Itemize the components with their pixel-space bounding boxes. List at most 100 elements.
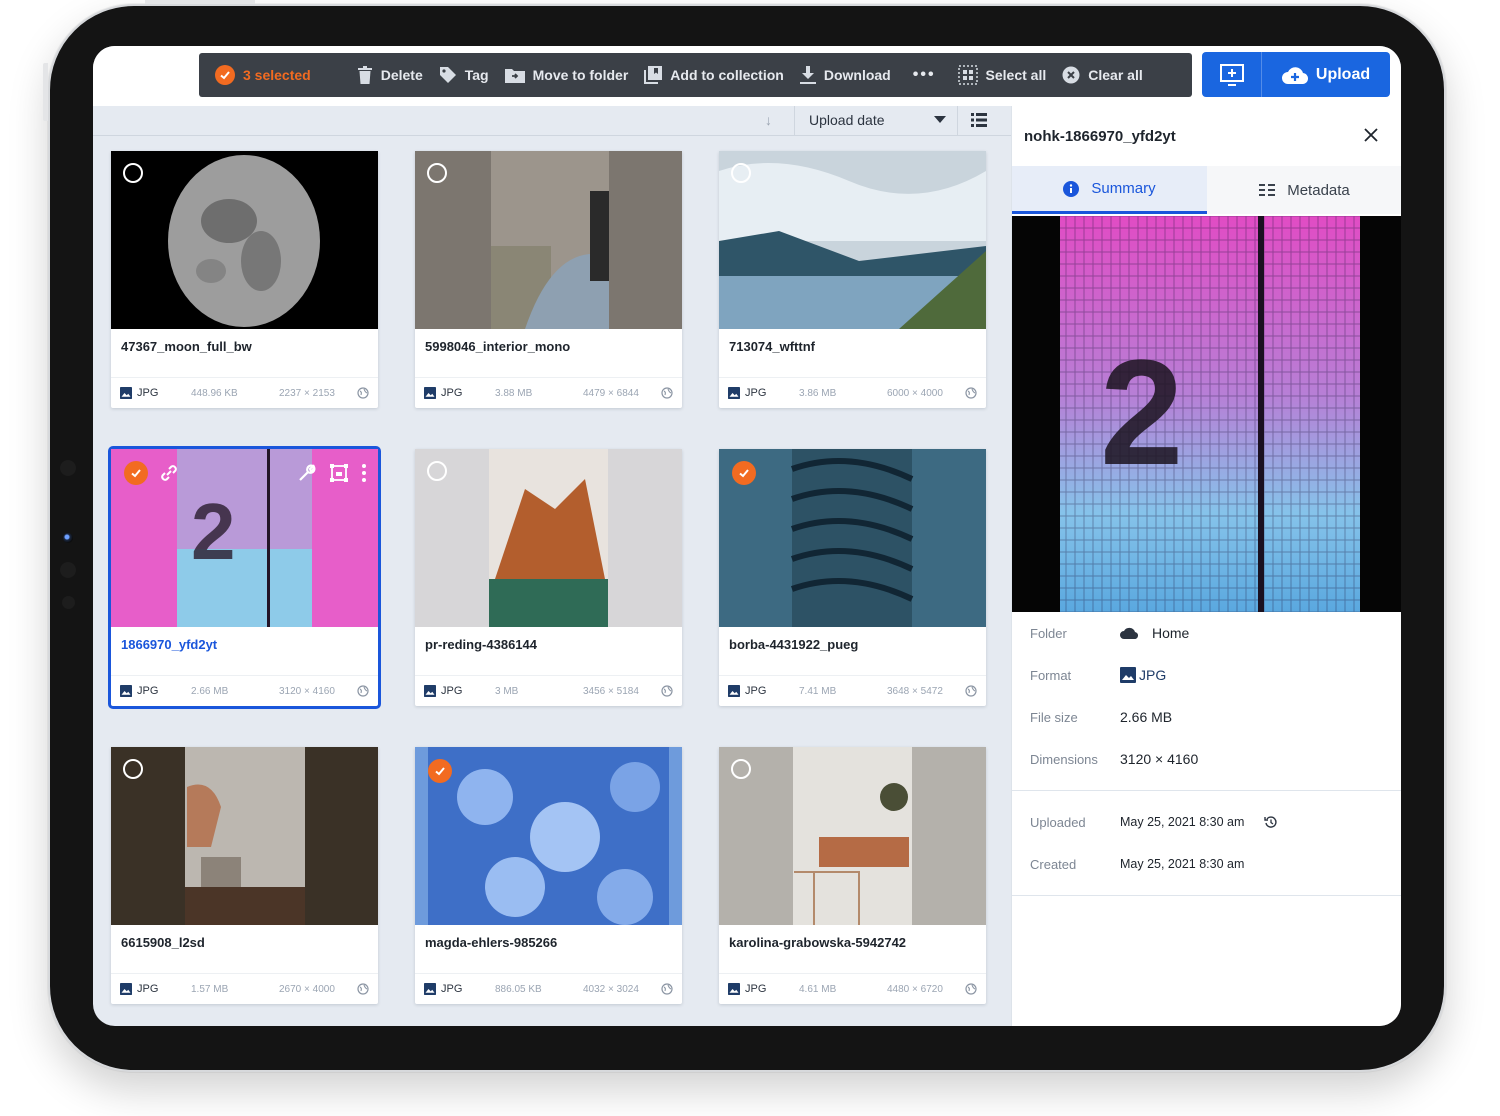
asset-type-label: JPG bbox=[745, 983, 767, 995]
select-all-label: Select all bbox=[985, 67, 1047, 83]
detail-row-size: File size 2.66 MB bbox=[1012, 696, 1401, 738]
close-panel-button[interactable] bbox=[1364, 128, 1378, 147]
asset-name[interactable]: magda-ehlers-985266 bbox=[425, 935, 557, 950]
selection-count[interactable]: 3 selected bbox=[199, 53, 319, 97]
asset-card[interactable]: pr-reding-4386144 JPG 3 MB 3456 × 5184 bbox=[415, 449, 682, 706]
asset-dimensions: 6000 × 4000 bbox=[887, 387, 943, 399]
asset-thumbnail[interactable] bbox=[719, 151, 986, 329]
select-checkbox[interactable] bbox=[427, 163, 447, 183]
asset-name[interactable]: 5998046_interior_mono bbox=[425, 339, 570, 354]
select-checkbox[interactable] bbox=[123, 759, 143, 779]
select-checkbox[interactable] bbox=[732, 461, 756, 485]
asset-card[interactable]: 5998046_interior_mono JPG 3.88 MB 4479 × 68… bbox=[415, 151, 682, 408]
image-file-icon bbox=[424, 387, 436, 399]
add-to-collection-label: Add to collection bbox=[670, 67, 784, 83]
image-file-icon bbox=[120, 983, 132, 995]
select-checkbox[interactable] bbox=[123, 163, 143, 183]
asset-card[interactable]: magda-ehlers-985266 JPG 886.05 KB 4032 × 30… bbox=[415, 747, 682, 1004]
link-icon[interactable] bbox=[159, 463, 179, 483]
divider bbox=[957, 106, 958, 136]
select-checkbox[interactable] bbox=[427, 461, 447, 481]
dimensions-label: Dimensions bbox=[1030, 751, 1098, 767]
asset-type: JPG bbox=[424, 983, 462, 995]
image-file-icon bbox=[120, 685, 132, 697]
trash-icon bbox=[357, 66, 372, 84]
asset-thumbnail[interactable] bbox=[415, 449, 682, 627]
asset-card[interactable]: 2 1866970_yfd2yt JPG 2.66 MB 3120 × 4160 bbox=[108, 446, 381, 709]
asset-type-label: JPG bbox=[745, 387, 767, 399]
asset-name[interactable]: karolina-grabowska-5942742 bbox=[729, 935, 906, 950]
asset-thumbnail[interactable] bbox=[719, 747, 986, 925]
asset-name[interactable]: 1866970_yfd2yt bbox=[121, 637, 217, 652]
create-button[interactable] bbox=[1202, 52, 1262, 97]
asset-type: JPG bbox=[424, 387, 462, 399]
asset-size: 4.61 MB bbox=[799, 983, 837, 995]
panel-title: nohk-1866970_yfd2yt bbox=[1024, 128, 1176, 145]
asset-thumbnail[interactable] bbox=[111, 151, 378, 329]
format-value: JPG bbox=[1120, 667, 1166, 683]
asset-card[interactable]: borba-4431922_pueg JPG 7.41 MB 3648 × 5472 bbox=[719, 449, 986, 706]
asset-thumbnail[interactable] bbox=[415, 151, 682, 329]
asset-size: 886.05 KB bbox=[495, 983, 542, 995]
more-actions-button[interactable]: ••• bbox=[899, 53, 950, 97]
details-panel: nohk-1866970_yfd2yt Summary Metadata 2 F… bbox=[1011, 106, 1401, 1026]
asset-name[interactable]: 6615908_l2sd bbox=[121, 935, 205, 950]
move-to-folder-button[interactable]: Move to folder bbox=[497, 53, 637, 97]
tab-metadata[interactable]: Metadata bbox=[1207, 166, 1401, 214]
asset-preview[interactable]: 2 bbox=[1012, 216, 1401, 612]
divider bbox=[794, 106, 795, 136]
globe-icon bbox=[357, 685, 369, 697]
select-checkbox[interactable] bbox=[731, 759, 751, 779]
select-all-button[interactable]: Select all bbox=[950, 53, 1055, 97]
select-checkbox[interactable] bbox=[731, 163, 751, 183]
list-view-toggle[interactable] bbox=[971, 113, 987, 132]
sort-dropdown[interactable]: Upload date bbox=[809, 112, 946, 128]
file-size-label: File size bbox=[1030, 709, 1078, 725]
delete-button[interactable]: Delete bbox=[349, 53, 431, 97]
download-button[interactable]: Download bbox=[792, 53, 899, 97]
upload-button[interactable]: Upload bbox=[1262, 52, 1390, 97]
asset-meta: JPG 4.61 MB 4480 × 6720 bbox=[719, 973, 986, 1004]
add-to-collection-button[interactable]: Add to collection bbox=[636, 53, 792, 97]
wrench-icon[interactable] bbox=[297, 463, 317, 483]
asset-dimensions: 3648 × 5472 bbox=[887, 685, 943, 697]
asset-name[interactable]: 713074_wfttnf bbox=[729, 339, 815, 354]
image-file-icon bbox=[1120, 667, 1136, 683]
more-vertical-icon[interactable] bbox=[361, 463, 367, 483]
folder-value[interactable]: Home bbox=[1120, 625, 1189, 641]
asset-name[interactable]: borba-4431922_pueg bbox=[729, 637, 858, 652]
asset-card[interactable]: 47367_moon_full_bw JPG 448.96 KB 2237 × 215… bbox=[111, 151, 378, 408]
download-label: Download bbox=[823, 67, 891, 83]
globe-icon bbox=[965, 983, 977, 995]
folder-move-icon bbox=[504, 69, 525, 83]
clear-all-button[interactable]: Clear all bbox=[1054, 53, 1150, 97]
asset-thumbnail[interactable] bbox=[415, 747, 682, 925]
divider bbox=[1012, 895, 1401, 896]
dimensions-value: 3120 × 4160 bbox=[1120, 751, 1199, 767]
tag-button[interactable]: Tag bbox=[431, 53, 497, 97]
asset-card[interactable]: 6615908_l2sd JPG 1.57 MB 2670 × 4000 bbox=[111, 747, 378, 1004]
asset-dimensions: 4479 × 6844 bbox=[583, 387, 639, 399]
detail-row-format: Format JPG bbox=[1012, 654, 1401, 696]
select-checkbox[interactable] bbox=[428, 759, 452, 783]
asset-type: JPG bbox=[424, 685, 462, 697]
tab-summary[interactable]: Summary bbox=[1012, 166, 1207, 214]
created-label: Created bbox=[1030, 856, 1077, 872]
asset-card[interactable]: karolina-grabowska-5942742 JPG 4.61 MB 4480… bbox=[719, 747, 986, 1004]
crop-frame-icon[interactable] bbox=[329, 463, 349, 483]
asset-thumbnail[interactable] bbox=[111, 747, 378, 925]
upload-label: Upload bbox=[1315, 65, 1371, 83]
asset-card[interactable]: 713074_wfttnf JPG 3.86 MB 6000 × 4000 bbox=[719, 151, 986, 408]
image-file-icon bbox=[728, 983, 740, 995]
asset-name[interactable]: 47367_moon_full_bw bbox=[121, 339, 252, 354]
card-quick-actions-left bbox=[159, 463, 179, 483]
asset-type: JPG bbox=[120, 983, 158, 995]
history-icon[interactable] bbox=[1264, 815, 1278, 829]
card-quick-actions-right bbox=[297, 463, 367, 483]
folder-label: Folder bbox=[1030, 625, 1067, 641]
sort-direction-icon[interactable]: ↓ bbox=[765, 112, 772, 128]
select-checkbox[interactable] bbox=[124, 461, 148, 485]
asset-thumbnail[interactable] bbox=[719, 449, 986, 627]
asset-name[interactable]: pr-reding-4386144 bbox=[425, 637, 537, 652]
device-top-button bbox=[145, 0, 255, 4]
